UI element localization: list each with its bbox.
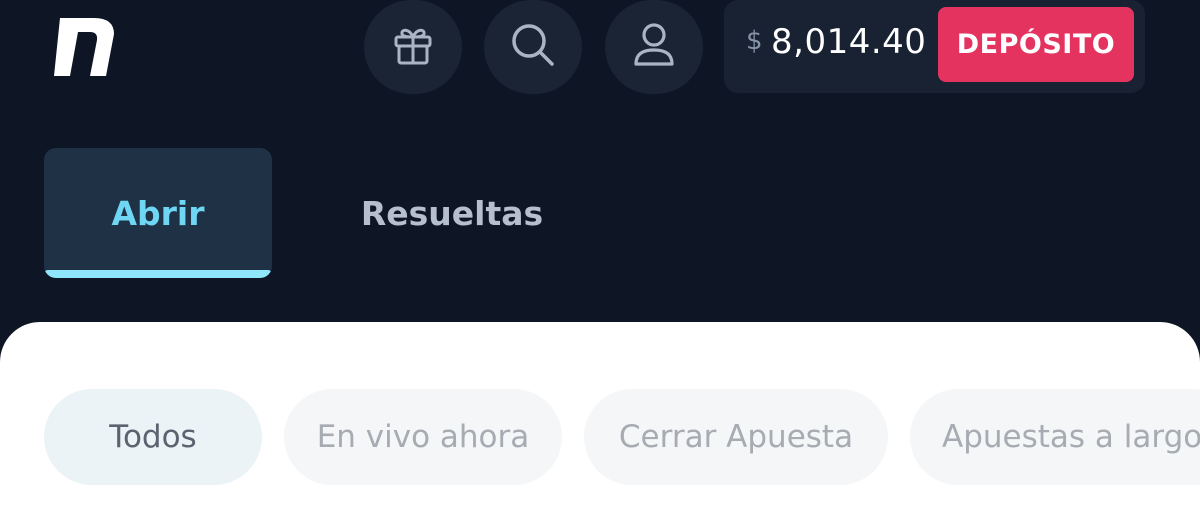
- gift-button[interactable]: [364, 0, 462, 94]
- gift-icon: [390, 22, 436, 72]
- active-tab-indicator: [44, 270, 272, 278]
- filter-chip-todos[interactable]: Todos: [44, 389, 262, 485]
- balance-box: $ 8,014.40 DEPÓSITO: [724, 0, 1145, 93]
- tab-label: Abrir: [111, 193, 205, 233]
- filter-chip-cerrar-apuesta[interactable]: Cerrar Apuesta: [584, 389, 888, 485]
- tab-resueltas[interactable]: Resueltas: [340, 148, 564, 278]
- user-icon: [631, 20, 677, 74]
- filter-chip-en-vivo[interactable]: En vivo ahora: [284, 389, 562, 485]
- profile-button[interactable]: [605, 0, 703, 94]
- balance-amount: 8,014.40: [771, 22, 927, 62]
- search-icon: [508, 20, 558, 74]
- top-bar: $ 8,014.40 DEPÓSITO: [0, 0, 1200, 110]
- filter-chip-apuestas-largo[interactable]: Apuestas a largo: [910, 389, 1200, 485]
- n-logo-icon[interactable]: [50, 14, 120, 80]
- search-button[interactable]: [484, 0, 582, 94]
- deposit-button[interactable]: DEPÓSITO: [938, 7, 1134, 82]
- tab-label: Resueltas: [360, 193, 544, 233]
- bet-tabs: Abrir Resueltas: [0, 148, 1200, 280]
- currency-symbol: $: [746, 26, 763, 56]
- content-panel: Todos En vivo ahora Cerrar Apuesta Apues…: [0, 322, 1200, 530]
- tab-abrir[interactable]: Abrir: [44, 148, 272, 278]
